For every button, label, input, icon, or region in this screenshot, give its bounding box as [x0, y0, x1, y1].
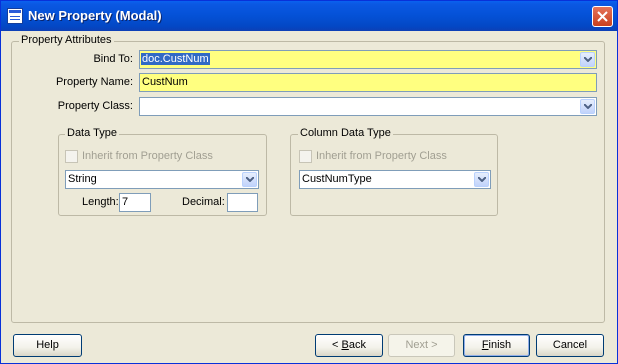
back-accesskey: B — [341, 339, 349, 351]
close-icon — [597, 11, 608, 22]
data-type-inherit-checkbox[interactable] — [65, 150, 78, 163]
finish-rest: inish — [488, 339, 512, 351]
chevron-down-icon — [584, 57, 592, 62]
column-data-type-combobox[interactable]: CustNumType — [299, 170, 491, 189]
chevron-down-icon — [478, 177, 486, 182]
property-name-label: Property Name: — [55, 76, 133, 88]
cancel-button[interactable]: Cancel — [536, 334, 604, 357]
bind-to-dropdown-button[interactable] — [580, 52, 595, 67]
bind-to-label: Bind To: — [93, 53, 133, 65]
length-label: Length: — [82, 196, 119, 208]
back-button[interactable]: < Back — [315, 334, 383, 357]
data-type-dropdown-button[interactable] — [242, 172, 257, 187]
form-icon — [7, 8, 23, 24]
length-value: 7 — [122, 196, 129, 208]
property-class-dropdown-button[interactable] — [580, 99, 595, 114]
bind-to-value: doc.CustNum — [141, 53, 210, 65]
property-name-value: CustNum — [142, 76, 188, 88]
property-name-input[interactable]: CustNum — [139, 73, 597, 92]
data-type-legend: Data Type — [65, 127, 119, 139]
data-type-value: String — [68, 173, 97, 185]
finish-button[interactable]: Finish — [463, 334, 530, 357]
column-data-type-dropdown-button[interactable] — [474, 172, 489, 187]
property-attributes-legend: Property Attributes — [19, 34, 114, 46]
data-type-combobox[interactable]: String — [65, 170, 259, 189]
column-data-type-inherit-checkbox[interactable] — [299, 150, 312, 163]
finish-accesskey: F — [481, 339, 489, 351]
chevron-down-icon — [584, 104, 592, 109]
decimal-input[interactable] — [227, 193, 258, 212]
data-type-inherit-label: Inherit from Property Class — [82, 150, 213, 162]
column-data-type-value: CustNumType — [302, 173, 372, 185]
property-class-combobox[interactable] — [139, 97, 597, 116]
column-data-type-inherit-label: Inherit from Property Class — [316, 150, 447, 162]
chevron-down-icon — [246, 177, 254, 182]
bind-to-combobox[interactable]: doc.CustNum — [139, 50, 597, 69]
window-title: New Property (Modal) — [28, 8, 162, 23]
length-input[interactable]: 7 — [119, 193, 151, 212]
next-button[interactable]: Next > — [388, 334, 455, 357]
decimal-label: Decimal: — [182, 196, 225, 208]
modal-window: New Property (Modal) Property Attributes… — [0, 0, 618, 364]
back-prefix: < — [332, 339, 342, 351]
column-data-type-legend: Column Data Type — [298, 127, 393, 139]
help-button[interactable]: Help — [13, 334, 82, 357]
property-class-label: Property Class: — [57, 100, 133, 112]
close-button[interactable] — [592, 6, 613, 27]
back-rest: ack — [348, 339, 366, 351]
title-bar[interactable]: New Property (Modal) — [1, 1, 617, 31]
